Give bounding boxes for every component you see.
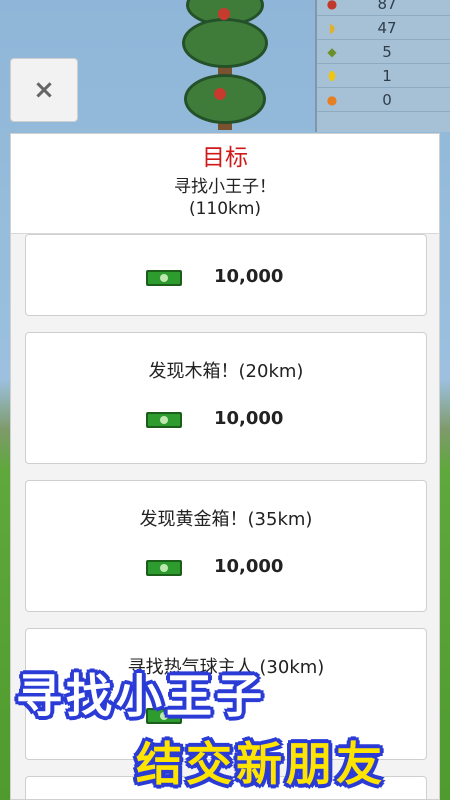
reward-amount: 10,000: [214, 266, 284, 287]
reward-row: 10,000: [26, 405, 426, 435]
inventory-count: 47: [377, 19, 397, 37]
inventory-count: 0: [382, 91, 392, 109]
goal-card-title: 发现木箱！(20km): [148, 361, 304, 382]
inventory-count: 87: [377, 0, 397, 13]
promo-banner-line2: 结交新朋友: [136, 737, 386, 791]
reward-amount: 10,000: [214, 408, 284, 429]
promo-banner-line1: 寻找小王子: [16, 669, 266, 723]
close-button[interactable]: ×: [10, 58, 78, 122]
reward-amount: 10,000: [214, 556, 284, 577]
panel-title: 目标: [202, 145, 248, 171]
current-goal-distance: (110km): [188, 199, 262, 219]
lemon-icon: ⬮: [328, 69, 336, 83]
banana-icon: ◗: [328, 21, 336, 35]
tree-foliage: [182, 18, 268, 68]
inventory-count: 1: [382, 67, 392, 85]
panel-header: 目标 寻找小王子！ (110km): [11, 134, 439, 234]
reward-row: 10,000: [26, 553, 426, 583]
orange-icon: ●: [326, 93, 338, 107]
reward-row: 10,000: [26, 263, 426, 293]
inventory-row: ◆ 5: [317, 40, 450, 64]
goal-card[interactable]: 10,000: [25, 234, 427, 316]
cash-icon: [146, 270, 182, 286]
tree-foliage: [184, 74, 266, 124]
goal-card-title: 发现黄金箱！(35km): [139, 509, 313, 530]
cash-icon: [146, 560, 182, 576]
inventory-row: ● 0: [317, 88, 450, 112]
goal-card[interactable]: 发现黄金箱！(35km) 10,000: [25, 480, 427, 612]
leaf-icon: ◆: [327, 45, 337, 59]
inventory-row: ● 87: [317, 0, 450, 16]
goal-card[interactable]: 发现木箱！(20km) 10,000: [25, 332, 427, 464]
current-goal: 寻找小王子！: [174, 177, 276, 197]
apple-icon: ●: [326, 0, 338, 11]
inventory-count: 5: [382, 43, 392, 61]
apple-icon: [218, 8, 230, 20]
inventory-row: ⬮ 1: [317, 64, 450, 88]
tree-decoration: [180, 0, 270, 130]
cash-icon: [146, 412, 182, 428]
fruit-inventory: ● 87 ◗ 47 ◆ 5 ⬮ 1 ● 0: [315, 0, 450, 132]
inventory-row: ◗ 47: [317, 16, 450, 40]
apple-icon: [214, 88, 226, 100]
